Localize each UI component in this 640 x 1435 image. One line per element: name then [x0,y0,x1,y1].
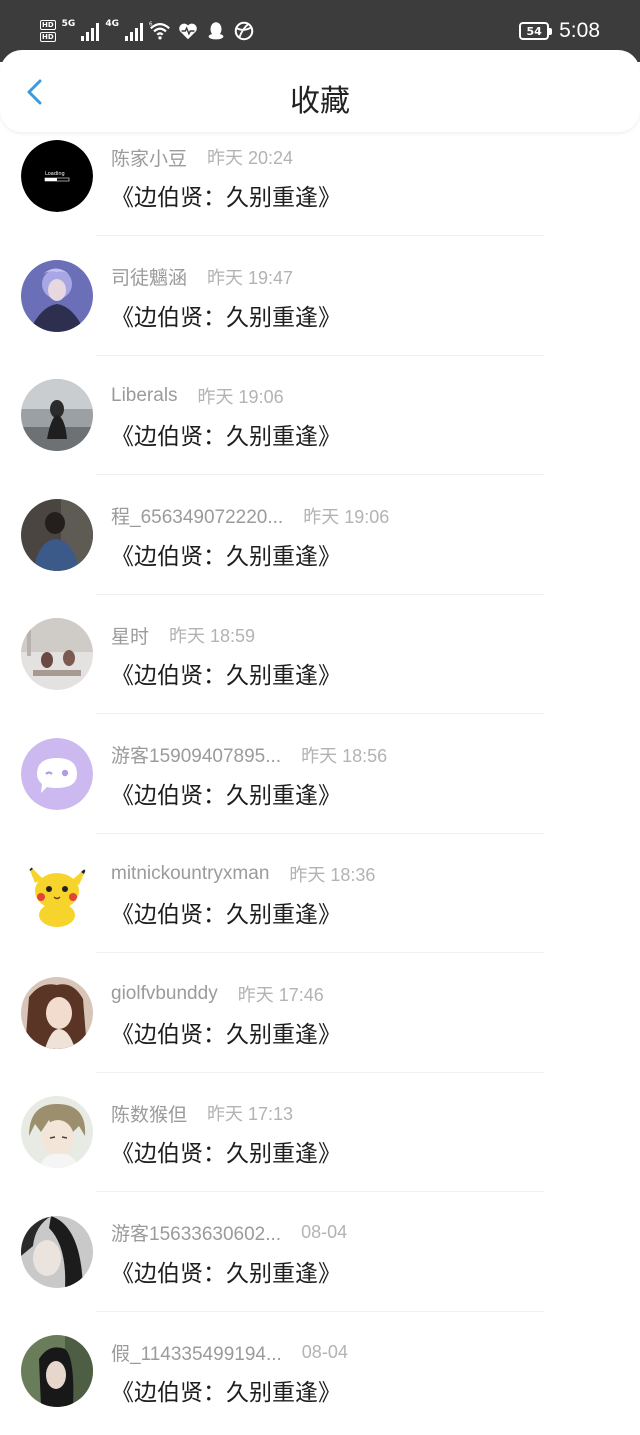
favorite-title[interactable]: 《边伯贤：久别重逢》 [111,298,341,332]
timestamp: 昨天 18:56 [301,745,388,766]
divider [96,474,544,475]
heart-pulse-icon [179,23,197,40]
favorite-title[interactable]: 《边伯贤：久别重逢》 [111,656,341,690]
chat-bubble-avatar[interactable] [21,737,93,810]
list-item[interactable]: giolfvbunddy 昨天 17:46 《边伯贤：久别重逢》 [0,957,640,1077]
username[interactable]: 陈数猴但 [111,1100,187,1127]
header: 收藏 [0,50,640,132]
list-item[interactable]: 假_114335499194... 08-04 《边伯贤：久别重逢》 [0,1315,640,1435]
favorite-title[interactable]: 《边伯贤：久别重逢》 [111,1254,341,1288]
list-item[interactable]: 星时 昨天 18:59 《边伯贤：久别重逢》 [0,598,640,718]
photo-avatar[interactable] [21,976,93,1049]
item-meta: 陈家小豆 昨天 20:24 [111,144,293,170]
username[interactable]: mitnickountryxman [111,863,269,885]
network-5g-label: 5G [61,19,76,29]
divider [96,1191,544,1192]
item-meta: 星时 昨天 18:59 [111,622,255,648]
battery-icon: 54 [519,22,553,40]
hd-badge: HD [40,32,56,42]
username[interactable]: 星时 [111,622,149,649]
clock: 5:08 [559,19,600,42]
item-meta: 程_656349072220... 昨天 19:06 [111,503,389,529]
status-icons-right: 54 5:08 [519,14,600,48]
divider [96,593,544,595]
favorites-list: Loading 陈家小豆 昨天 20:24 《边伯贤：久别重逢》 司徒魑涵 昨天… [0,120,640,1435]
photo-avatar[interactable] [21,1215,93,1288]
pikachu-avatar[interactable] [21,857,93,929]
favorite-title[interactable]: 《边伯贤：久别重逢》 [111,1373,341,1407]
list-item[interactable]: 陈数猴但 昨天 17:13 《边伯贤：久别重逢》 [0,1076,640,1196]
favorite-title[interactable]: 《边伯贤：久别重逢》 [111,1134,341,1168]
item-meta: giolfvbunddy 昨天 17:46 [111,981,324,1007]
status-icons-left: HD HD 5G 4G 6 [40,17,255,45]
item-meta: 游客15633630602... 08-04 [111,1220,347,1246]
item-meta: 陈数猴但 昨天 17:13 [111,1100,293,1126]
photo-avatar[interactable] [21,259,93,332]
divider [96,713,544,714]
username[interactable]: 司徒魑涵 [111,263,187,290]
anime-avatar[interactable] [21,1096,93,1168]
svg-text:6: 6 [149,22,153,28]
loading-avatar[interactable]: Loading [21,140,93,212]
svg-text:Loading: Loading [45,171,65,177]
username[interactable]: 游客15909407895... [111,741,281,768]
timestamp: 昨天 17:46 [237,984,324,1005]
username[interactable]: 游客15633630602... [111,1219,281,1246]
list-item[interactable]: mitnickountryxman 昨天 18:36 《边伯贤：久别重逢》 [0,837,640,957]
timestamp: 昨天 18:59 [169,626,256,646]
signal-icon [81,21,100,41]
list-item[interactable]: 游客15909407895... 昨天 18:56 《边伯贤：久别重逢》 [0,718,640,838]
page-title: 收藏 [290,85,350,118]
list-item[interactable]: Loading 陈家小豆 昨天 20:24 《边伯贤：久别重逢》 [0,120,640,240]
username[interactable]: 假_114335499194... [111,1339,282,1366]
favorite-title[interactable]: 《边伯贤：久别重逢》 [111,1015,341,1049]
photo-avatar[interactable] [21,379,93,451]
divider [96,952,544,953]
photo-avatar[interactable] [21,498,93,571]
item-meta: 假_114335499194... 08-04 [111,1339,348,1365]
list-item[interactable]: 司徒魑涵 昨天 19:47 《边伯贤：久别重逢》 [0,240,640,360]
timestamp: 昨天 17:13 [207,1104,294,1124]
hd-badge: HD [40,20,56,30]
list-item[interactable]: Liberals 昨天 19:06 《边伯贤：久别重逢》 [0,359,640,479]
username[interactable]: giolfvbunddy [111,983,218,1005]
divider [96,235,544,236]
item-meta: mitnickountryxman 昨天 18:36 [111,861,375,887]
timestamp: 昨天 19:06 [197,387,284,407]
timestamp: 08-04 [301,1341,348,1362]
timestamp: 昨天 19:47 [207,267,294,288]
item-meta: Liberals 昨天 19:06 [111,383,284,409]
divider [96,354,544,356]
wifi-icon: 6 [149,22,170,40]
item-meta: 游客15909407895... 昨天 18:56 [111,742,387,768]
list-item[interactable]: 游客15633630602... 08-04 《边伯贤：久别重逢》 [0,1196,640,1316]
battery-level: 54 [526,24,542,38]
favorite-title[interactable]: 《边伯贤：久别重逢》 [111,178,341,212]
timestamp: 昨天 20:24 [207,148,294,168]
username[interactable]: 程_656349072220... [111,502,283,529]
list-item[interactable]: 程_656349072220... 昨天 19:06 《边伯贤：久别重逢》 [0,479,640,599]
photo-avatar[interactable] [21,618,93,690]
photo-avatar[interactable] [21,1335,93,1407]
username[interactable]: Liberals [111,385,178,407]
network-4g-label: 4G [105,19,119,29]
divider [96,1071,544,1073]
favorite-title[interactable]: 《边伯贤：久别重逢》 [111,417,341,451]
signal-icon [124,21,143,41]
timestamp: 昨天 18:36 [289,865,376,885]
ball-icon [234,21,254,41]
favorite-title[interactable]: 《边伯贤：久别重逢》 [111,895,341,929]
divider [96,1310,544,1312]
username[interactable]: 陈家小豆 [111,144,187,171]
favorite-title[interactable]: 《边伯贤：久别重逢》 [111,537,341,571]
timestamp: 昨天 19:06 [303,506,390,527]
divider [96,832,544,834]
favorite-title[interactable]: 《边伯贤：久别重逢》 [111,776,341,810]
item-meta: 司徒魑涵 昨天 19:47 [111,264,293,290]
hd-badges: HD HD [40,20,56,42]
timestamp: 08-04 [301,1222,348,1242]
qq-penguin-icon [208,22,224,40]
